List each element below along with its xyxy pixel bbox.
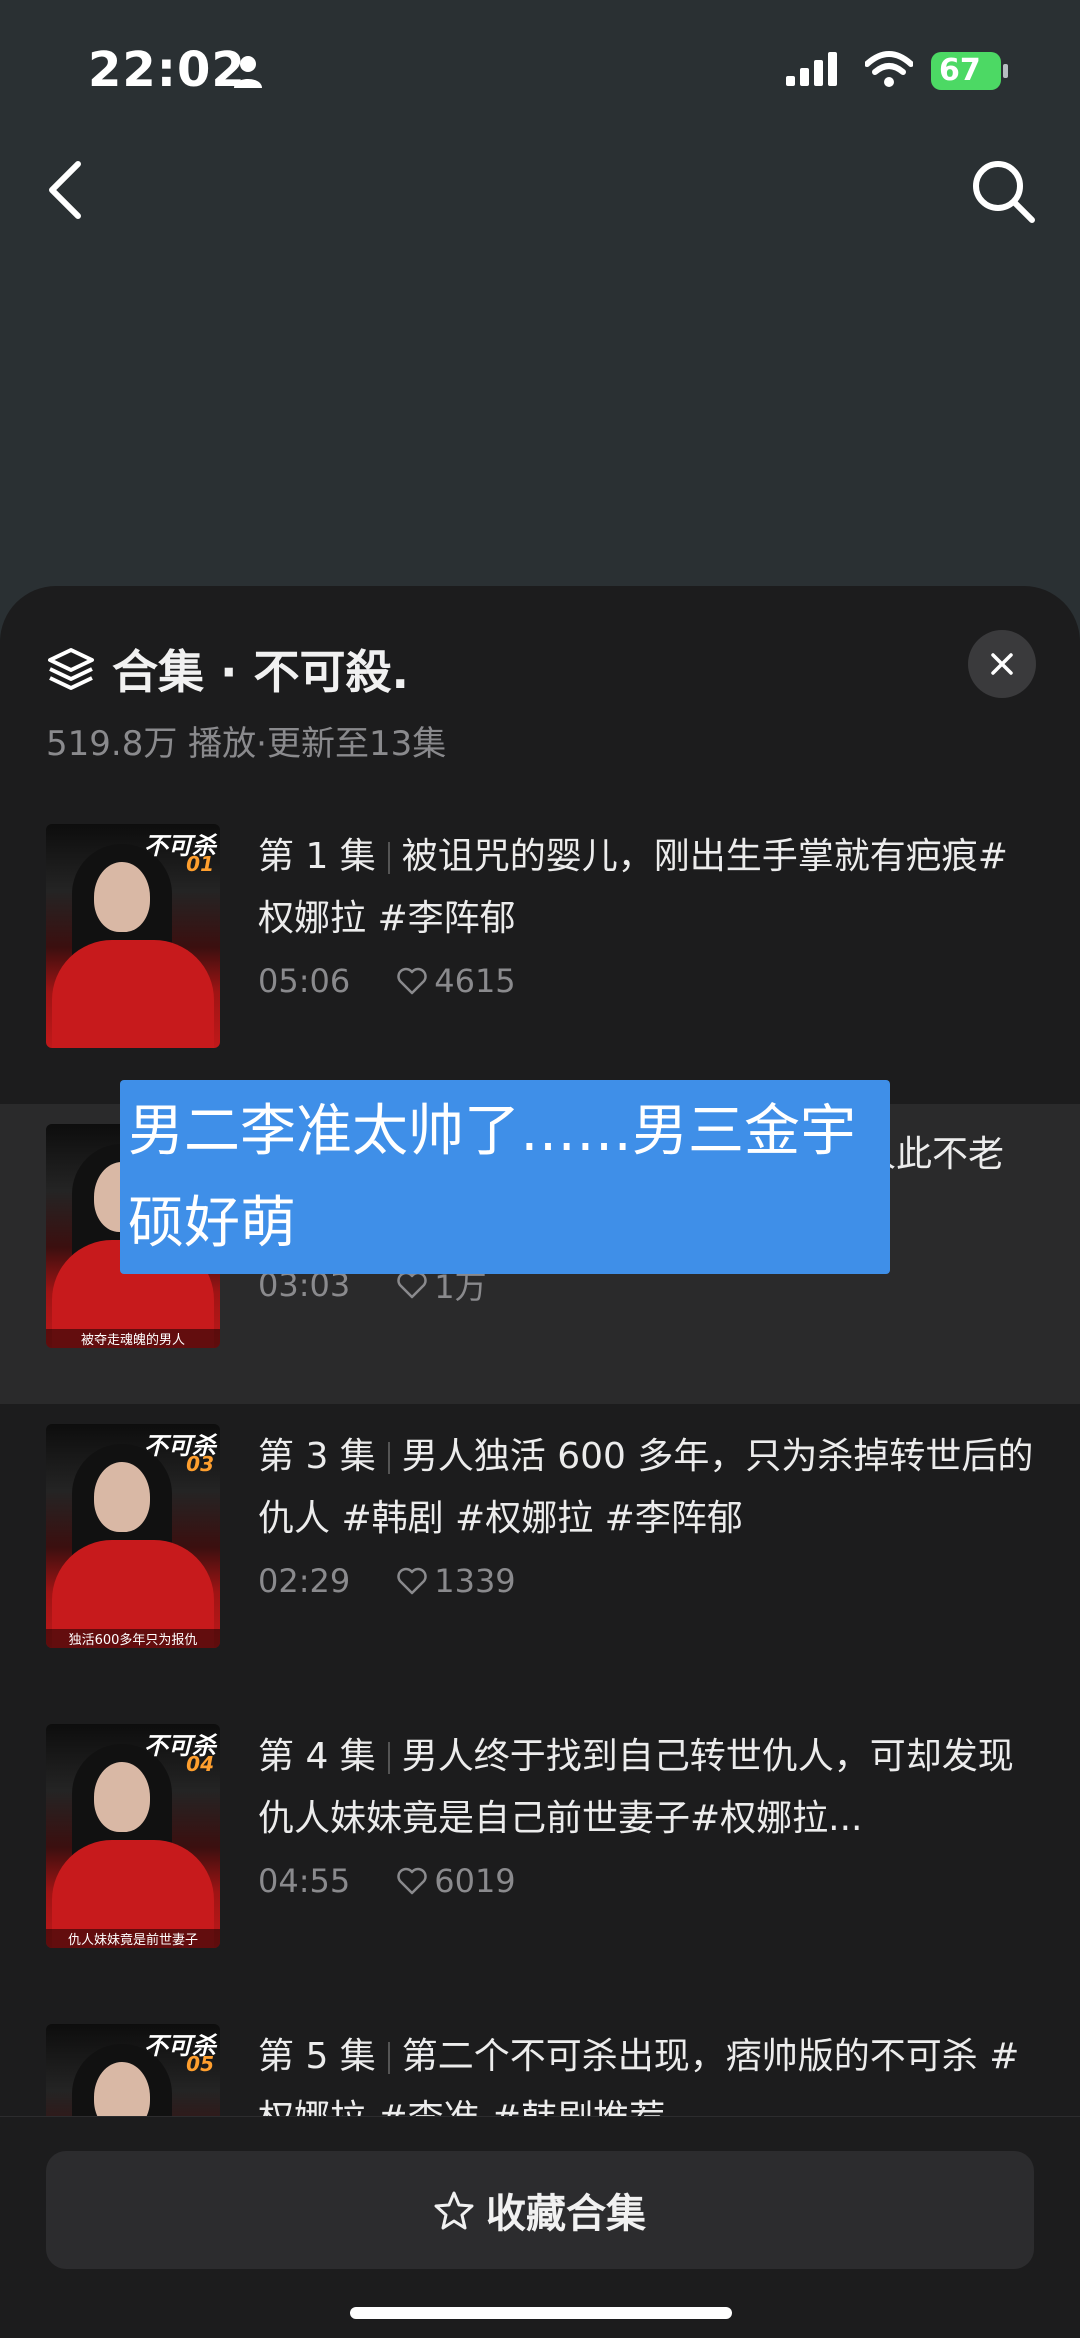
heart-icon [397,1567,427,1595]
thumbnail-caption: 仇人妹妹竟是前世妻子 [46,1929,220,1948]
episode-thumbnail: 不可杀 03 独活600多年只为报仇 [46,1424,220,1648]
episode-meta: 05:06 4615 [258,962,516,1000]
layers-icon [48,648,94,690]
wifi-icon [865,51,913,87]
episode-duration: 05:06 [258,962,351,1000]
thumbnail-caption: 独活600多年只为报仇 [46,1629,220,1648]
episode-item[interactable]: 不可杀 03 独活600多年只为报仇 第 3 集男人独活 600 多年，只为杀掉… [0,1404,1080,1704]
collection-sheet: 合集 · 不可殺. 519.8万 播放·更新至13集 不可杀 01 第 1 集被… [0,586,1080,2337]
close-button[interactable] [968,630,1036,698]
star-icon [434,2191,474,2230]
favorite-label: 收藏合集 [486,2191,646,2237]
sheet-header: 合集 · 不可殺. [46,634,409,704]
episode-number: 第 3 集 [258,1436,376,1477]
episode-number: 第 4 集 [258,1736,376,1777]
battery-level: 67 [939,53,981,88]
home-indicator[interactable] [350,2307,732,2319]
episode-item[interactable]: 不可杀 01 第 1 集被诅咒的婴儿，刚出生手掌就有疤痕#权娜拉 #李阵郁 05… [0,804,1080,1104]
episode-title: 第 3 集男人独活 600 多年，只为杀掉转世后的仇人 #韩剧 #权娜拉 #李阵… [258,1426,1038,1550]
thumbnail-number: 04 [186,1752,214,1776]
episode-duration: 04:55 [258,1862,351,1900]
thumbnail-number: 03 [186,1452,214,1476]
episode-number: 第 5 集 [258,2036,376,2077]
episode-item[interactable]: 不可杀 04 仇人妹妹竟是前世妻子 第 4 集男人终于找到自己转世仇人，可却发现… [0,1704,1080,2004]
person-icon [234,56,262,88]
status-bar: 22:02 67 [0,0,1080,140]
episode-title: 第 4 集男人终于找到自己转世仇人，可却发现仇人妹妹竟是自己前世妻子#权娜拉..… [258,1726,1038,1850]
episode-likes: 6019 [434,1862,516,1900]
back-icon[interactable] [42,158,90,222]
search-icon[interactable] [970,158,1036,224]
episode-likes: 4615 [434,962,516,1000]
episode-title: 第 1 集被诅咒的婴儿，刚出生手掌就有疤痕#权娜拉 #李阵郁 [258,826,1038,950]
danmaku-comment: 男二李准太帅了……男三金宇硕好萌 [120,1080,890,1274]
thumbnail-caption: 被夺走魂魄的男人 [46,1329,220,1348]
heart-icon [397,967,427,995]
thumbnail-number: 05 [186,2052,214,2076]
sheet-title: 合集 · 不可殺. [112,645,409,699]
episode-meta: 02:29 1339 [258,1562,516,1600]
close-icon [991,653,1013,675]
episode-duration: 02:29 [258,1562,351,1600]
bottom-bar: 收藏合集 [0,2116,1080,2338]
episode-thumbnail: 不可杀 01 [46,824,220,1048]
status-time: 22:02 [88,42,246,98]
thumbnail-number: 01 [186,852,214,876]
episode-likes: 1339 [434,1562,516,1600]
episode-number: 第 1 集 [258,836,376,877]
heart-icon [397,1867,427,1895]
favorite-collection-button[interactable]: 收藏合集 [46,2151,1034,2269]
battery-indicator: 67 [931,52,1008,92]
signal-icon [786,52,837,86]
episode-thumbnail: 不可杀 04 仇人妹妹竟是前世妻子 [46,1724,220,1948]
sheet-subtitle: 519.8万 播放·更新至13集 [46,724,447,764]
episode-meta: 04:55 6019 [258,1862,516,1900]
